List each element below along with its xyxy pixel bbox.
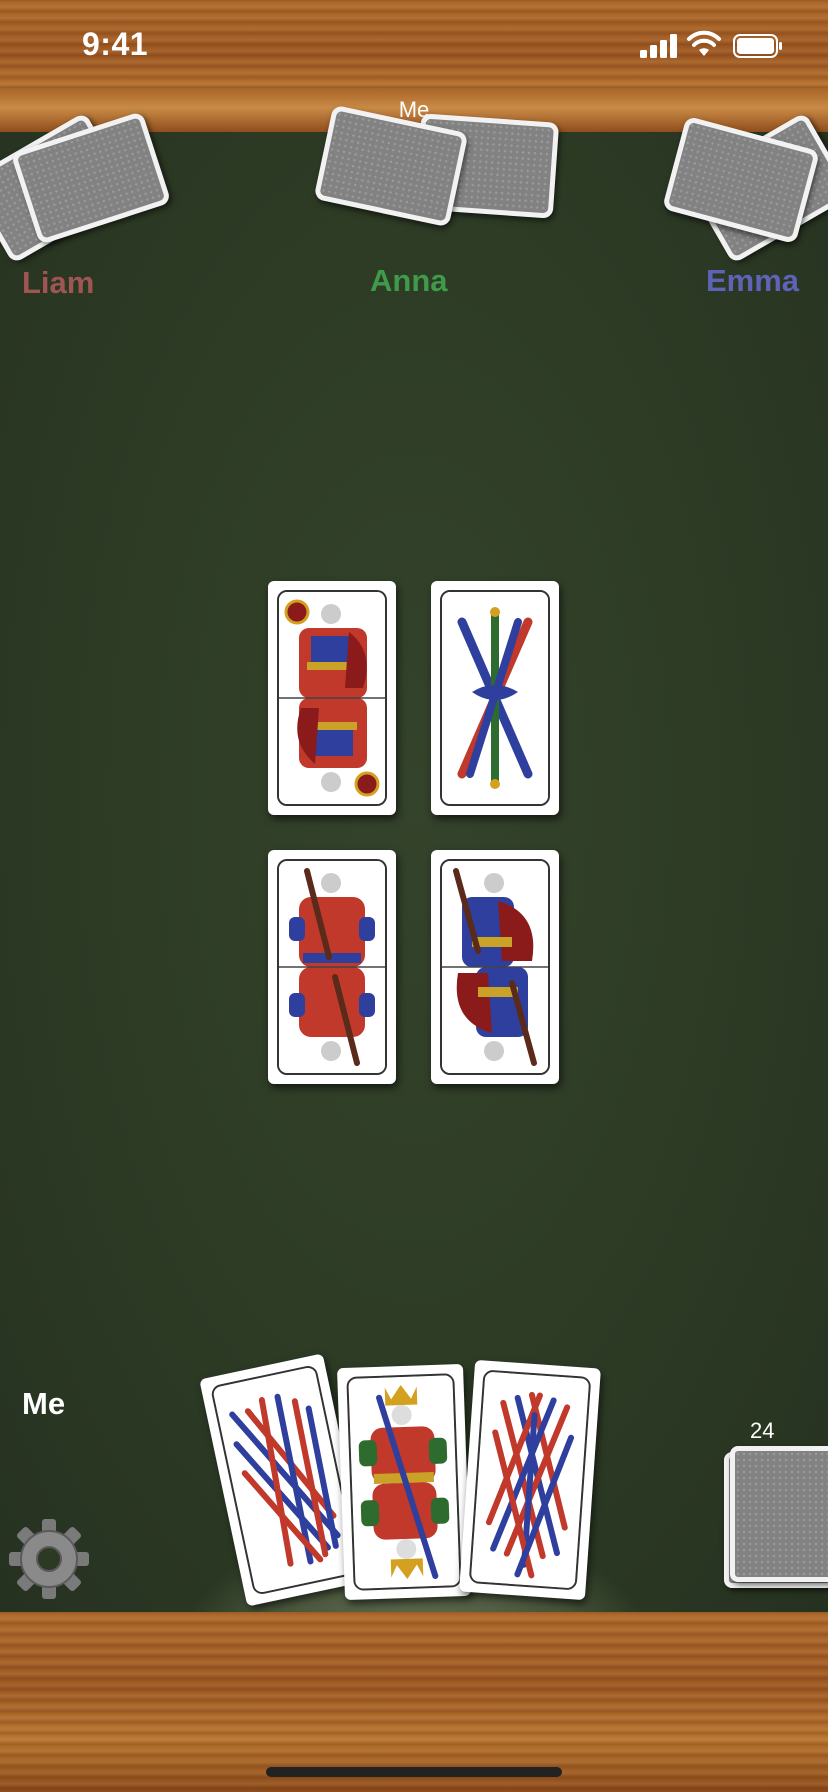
table-card-batons-jack[interactable] bbox=[268, 850, 396, 1084]
batons-card-art bbox=[470, 1371, 590, 1589]
status-time: 9:41 bbox=[82, 26, 149, 62]
face-card-art bbox=[348, 1375, 460, 1589]
card-face bbox=[277, 859, 387, 1075]
deck-count: 24 bbox=[750, 1418, 775, 1443]
draw-deck[interactable] bbox=[724, 1446, 828, 1590]
hand-card-batons-9[interactable] bbox=[459, 1359, 601, 1601]
face-card-art bbox=[442, 861, 548, 1073]
cellular-signal-icon bbox=[640, 34, 677, 58]
table-card-batons-knight[interactable] bbox=[431, 850, 559, 1084]
status-bar: 9:41 bbox=[0, 0, 828, 88]
card-face bbox=[277, 590, 387, 806]
card-back bbox=[730, 1446, 828, 1582]
face-card-art bbox=[279, 861, 385, 1073]
card-face bbox=[440, 590, 550, 806]
player-name-self: Me bbox=[22, 1386, 66, 1421]
gear-icon[interactable] bbox=[8, 1518, 90, 1600]
face-card-art bbox=[279, 592, 385, 804]
batons-card-art bbox=[442, 592, 548, 804]
table-card-coins-knight[interactable] bbox=[268, 581, 396, 815]
player-name-right: Emma bbox=[706, 263, 800, 298]
card-face bbox=[346, 1373, 462, 1591]
home-indicator bbox=[266, 1767, 562, 1777]
player-name-left: Liam bbox=[22, 265, 95, 300]
bottom-wood-bar bbox=[0, 1612, 828, 1792]
card-face bbox=[468, 1369, 592, 1591]
player-name-top: Anna bbox=[370, 263, 448, 298]
battery-icon bbox=[733, 34, 782, 58]
wifi-icon bbox=[687, 30, 721, 56]
hand-card-swords-king[interactable] bbox=[336, 1363, 472, 1601]
table-card-batons-4[interactable] bbox=[431, 581, 559, 815]
card-face bbox=[440, 859, 550, 1075]
